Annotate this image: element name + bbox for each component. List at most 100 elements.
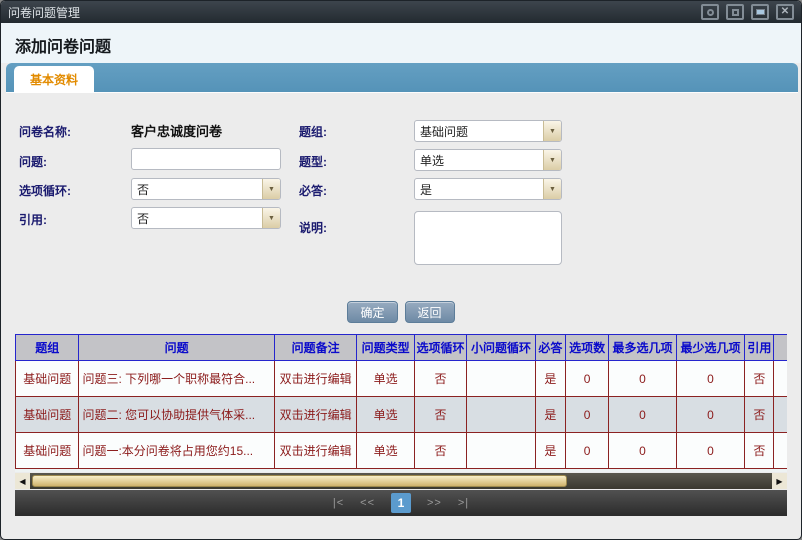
grid-header-cell[interactable]: 选项数 (565, 335, 608, 361)
option-loop-value: 否 (132, 181, 262, 198)
grid-cell[interactable]: 0 (676, 433, 745, 469)
grid-cell[interactable] (774, 433, 787, 469)
scroll-left-icon[interactable]: ◀ (15, 473, 30, 489)
grid-cell[interactable]: 单选 (357, 433, 414, 469)
grid-cell[interactable]: 基础问题 (16, 397, 79, 433)
grid-header-cell[interactable]: 最少选几项 (676, 335, 745, 361)
grid-header-cell[interactable]: 问题 (79, 335, 274, 361)
option-loop-label: 选项循环: (19, 182, 71, 199)
grid-cell[interactable]: 基础问题 (16, 433, 79, 469)
grid-cell[interactable]: 是 (535, 361, 565, 397)
required-select[interactable]: 是 ▼ (414, 178, 562, 200)
grid-cell[interactable]: 问题三: 下列哪一个职称最符合... (79, 361, 274, 397)
type-select[interactable]: 单选 ▼ (414, 149, 562, 171)
grid-cell[interactable]: 否 (414, 397, 466, 433)
horizontal-scrollbar[interactable]: ◀ ▶ (15, 473, 787, 489)
chevron-down-icon[interactable]: ▼ (262, 179, 280, 199)
ok-button[interactable]: 确定 (347, 301, 397, 323)
grid-header-cell[interactable]: 问题类型 (357, 335, 414, 361)
ring-glyph (707, 9, 714, 16)
grid-cell[interactable]: 0 (565, 433, 608, 469)
tab-strip: 基本资料 (6, 63, 798, 93)
grid-cell[interactable]: 否 (745, 361, 774, 397)
grid-header-cell[interactable]: 最多选几项 (609, 335, 676, 361)
chevron-down-icon[interactable]: ▼ (543, 150, 561, 170)
type-value: 单选 (415, 152, 543, 169)
description-textarea[interactable] (414, 211, 562, 265)
grid-body: 基础问题问题三: 下列哪一个职称最符合...双击进行编辑单选否是000否基础问题… (16, 361, 788, 469)
pager-current-page[interactable]: 1 (391, 493, 411, 513)
option-loop-select[interactable]: 否 ▼ (131, 178, 281, 200)
chevron-down-icon[interactable]: ▼ (543, 121, 561, 141)
grid-header-cell[interactable]: 引用 (774, 335, 787, 361)
grid-cell[interactable] (467, 361, 536, 397)
tab-basic-info[interactable]: 基本资料 (14, 66, 94, 93)
grid-cell[interactable]: 0 (676, 397, 745, 433)
grid-cell[interactable]: 0 (565, 361, 608, 397)
restore-icon[interactable] (701, 4, 719, 20)
grid-cell[interactable] (774, 361, 787, 397)
grid-cell[interactable]: 基础问题 (16, 361, 79, 397)
reference-select[interactable]: 否 ▼ (131, 207, 281, 229)
grid-header-cell[interactable]: 必答 (535, 335, 565, 361)
grid-cell[interactable]: 双击进行编辑 (274, 361, 357, 397)
grid-cell[interactable]: 问题二: 您可以协助提供气体采... (79, 397, 274, 433)
description-label: 说明: (299, 219, 327, 236)
grid-header-cell[interactable]: 小问题循环 (467, 335, 536, 361)
questionnaire-question-window: 问卷问题管理 ✕ 添加问卷问题 基本资料 问卷名称: 客户忠诚度问卷 问题: 选… (0, 0, 802, 540)
question-input[interactable] (131, 148, 281, 170)
grid-cell[interactable]: 是 (535, 397, 565, 433)
required-label: 必答: (299, 182, 327, 199)
scroll-right-icon[interactable]: ▶ (772, 473, 787, 489)
question-label: 问题: (19, 153, 47, 170)
grid-cell[interactable]: 0 (565, 397, 608, 433)
grid-header-cell[interactable]: 问题备注 (274, 335, 357, 361)
pager-prev-button[interactable]: << (360, 497, 375, 509)
pager-first-button[interactable]: |< (333, 497, 344, 509)
window-tools: ✕ (694, 4, 794, 20)
grid-cell[interactable]: 否 (745, 433, 774, 469)
grid-cell[interactable]: 双击进行编辑 (274, 397, 357, 433)
type-label: 题型: (299, 153, 327, 170)
grid-cell[interactable]: 否 (745, 397, 774, 433)
minimize-icon[interactable] (751, 4, 769, 20)
group-value: 基础问题 (415, 123, 543, 140)
pager-next-button[interactable]: >> (427, 497, 442, 509)
group-select[interactable]: 基础问题 ▼ (414, 120, 562, 142)
survey-name-label: 问卷名称: (19, 123, 71, 140)
grid-cell[interactable]: 单选 (357, 397, 414, 433)
grid-cell[interactable]: 是 (535, 433, 565, 469)
page-header: 添加问卷问题 (1, 23, 801, 63)
grid-cell[interactable] (467, 433, 536, 469)
grid-cell[interactable]: 否 (414, 433, 466, 469)
chevron-down-icon[interactable]: ▼ (543, 179, 561, 199)
back-button[interactable]: 返回 (405, 301, 455, 323)
grid-cell[interactable]: 0 (609, 361, 676, 397)
grid-header-cell[interactable]: 引用 (745, 335, 774, 361)
pager-last-button[interactable]: >| (458, 497, 469, 509)
square-glyph (732, 9, 739, 16)
grid-header-row: 题组问题问题备注问题类型选项循环小问题循环必答选项数最多选几项最少选几项引用引用 (16, 335, 788, 361)
grid-cell[interactable]: 问题一:本分问卷将占用您约15... (79, 433, 274, 469)
chevron-down-icon[interactable]: ▼ (262, 208, 280, 228)
close-icon[interactable]: ✕ (776, 4, 794, 20)
question-grid: 题组问题问题备注问题类型选项循环小问题循环必答选项数最多选几项最少选几项引用引用… (15, 334, 787, 472)
grid-cell[interactable]: 否 (414, 361, 466, 397)
window-title: 问卷问题管理 (8, 4, 694, 21)
grid-cell[interactable]: 0 (609, 433, 676, 469)
grid-cell[interactable]: 双击进行编辑 (274, 433, 357, 469)
grid-cell[interactable]: 单选 (357, 361, 414, 397)
group-label: 题组: (299, 123, 327, 140)
table-row[interactable]: 基础问题问题三: 下列哪一个职称最符合...双击进行编辑单选否是000否 (16, 361, 788, 397)
pager-bar: |< << 1 >> >| (15, 490, 787, 516)
scrollbar-thumb[interactable] (32, 475, 567, 487)
table-row[interactable]: 基础问题问题二: 您可以协助提供气体采...双击进行编辑单选否是000否 (16, 397, 788, 433)
grid-cell[interactable]: 0 (676, 361, 745, 397)
grid-cell[interactable] (774, 397, 787, 433)
grid-header-cell[interactable]: 选项循环 (414, 335, 466, 361)
table-row[interactable]: 基础问题问题一:本分问卷将占用您约15...双击进行编辑单选否是000否 (16, 433, 788, 469)
grid-header-cell[interactable]: 题组 (16, 335, 79, 361)
grid-cell[interactable] (467, 397, 536, 433)
maximize-icon[interactable] (726, 4, 744, 20)
grid-cell[interactable]: 0 (609, 397, 676, 433)
